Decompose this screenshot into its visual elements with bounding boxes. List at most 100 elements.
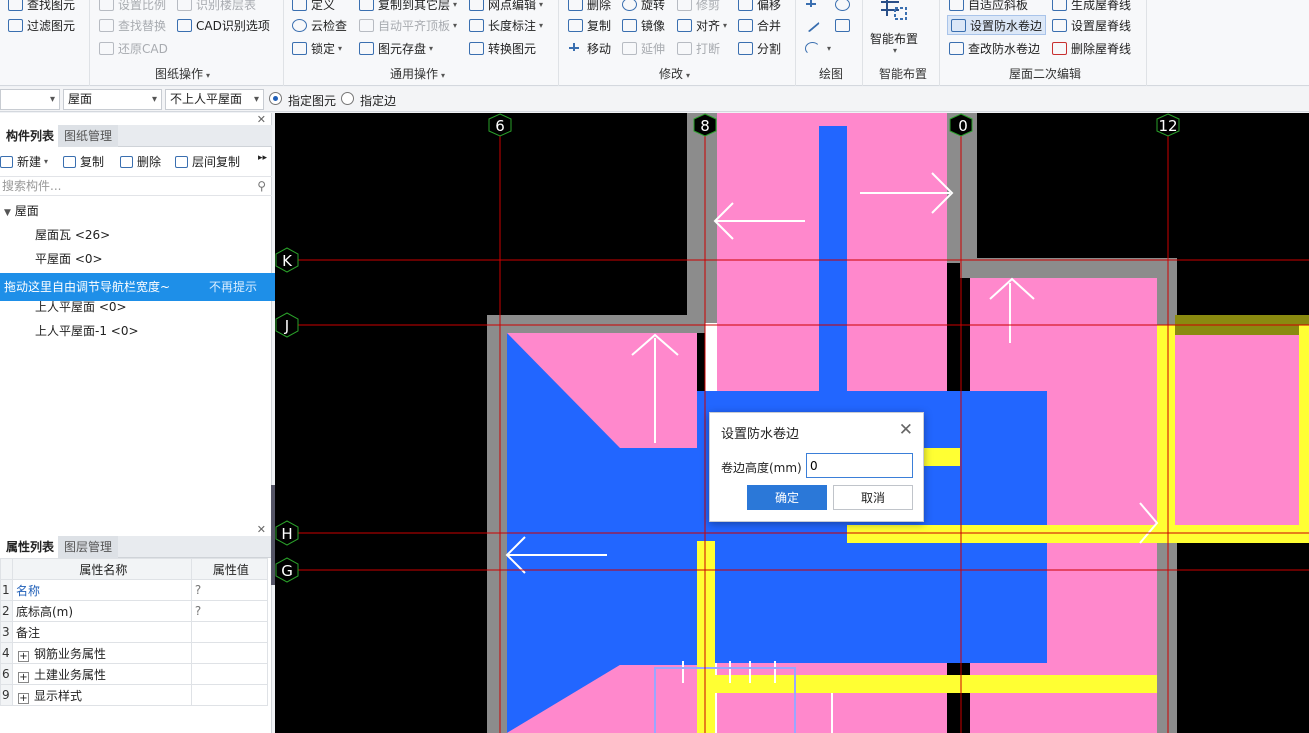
- offset-button[interactable]: 偏移: [738, 0, 781, 14]
- layer-copy-button[interactable]: 层间复制: [175, 153, 240, 170]
- tip-dismiss-link[interactable]: 不再提示: [209, 273, 257, 301]
- tab-drawing-management[interactable]: 图纸管理: [58, 125, 119, 147]
- edge-height-input[interactable]: [806, 453, 913, 478]
- grid-edit-button[interactable]: 网点编辑 ▾: [469, 0, 543, 14]
- trash-icon: [120, 155, 133, 168]
- move-button[interactable]: 移动: [568, 38, 611, 58]
- sloped-slab: [819, 126, 847, 391]
- group-label-common[interactable]: 通用操作 ▾: [390, 65, 445, 82]
- lock-button[interactable]: 锁定 ▾: [292, 38, 342, 58]
- more-icon[interactable]: ▸▸: [258, 153, 267, 163]
- auto-align-top-button[interactable]: 自动平齐顶板 ▾: [359, 15, 457, 35]
- close-icon[interactable]: ✕: [257, 523, 266, 536]
- floor-select[interactable]: [0, 89, 60, 110]
- save-icon: [359, 41, 374, 55]
- table-row[interactable]: 2 底标高(m) ?: [0, 600, 269, 622]
- lock-icon: [292, 41, 307, 55]
- filter-element-button[interactable]: 过滤图元: [8, 15, 75, 35]
- ok-button[interactable]: 确定: [747, 485, 827, 510]
- axis-label-8: 8: [700, 117, 710, 135]
- waterproof-edge: [697, 675, 1157, 693]
- wall: [487, 315, 507, 733]
- identify-floor-table-button[interactable]: 识别楼层表: [177, 0, 256, 14]
- smart-layout-dropdown-caret[interactable]: ▾: [893, 46, 897, 55]
- expand-icon[interactable]: +: [18, 671, 29, 683]
- set-ridge-icon: [1052, 18, 1067, 32]
- cloud-check-button[interactable]: 云检查: [292, 15, 347, 35]
- adaptive-slab-button[interactable]: 自适应斜板: [949, 0, 1028, 14]
- element-type-select[interactable]: 屋面: [63, 89, 162, 110]
- copy-button[interactable]: 复制: [568, 15, 611, 35]
- expand-icon[interactable]: +: [18, 650, 29, 662]
- draw-arc-button[interactable]: ▾: [805, 38, 831, 58]
- roof-slab: [1175, 335, 1309, 525]
- waterproof-edge: [1157, 325, 1175, 540]
- table-row[interactable]: 1 名称 ?: [0, 579, 269, 601]
- component-search-input[interactable]: 搜索构件... ⚲: [0, 176, 272, 196]
- tab-property-list[interactable]: 属性列表: [0, 536, 62, 558]
- close-icon[interactable]: ✕: [899, 420, 913, 440]
- expand-icon[interactable]: +: [18, 692, 29, 704]
- rotate-button[interactable]: 旋转: [622, 0, 665, 14]
- set-waterproof-edge-button[interactable]: 设置防水卷边: [947, 15, 1047, 35]
- table-row[interactable]: 4 + 钢筋业务属性: [0, 642, 269, 664]
- group-label-modify[interactable]: 修改 ▾: [659, 65, 690, 82]
- break-button[interactable]: 打断: [677, 38, 720, 58]
- new-button[interactable]: 新建 ▾: [0, 153, 48, 170]
- copy-to-layer-button[interactable]: 复制到其它层 ▾: [359, 0, 457, 14]
- copy-component-button[interactable]: 复制: [63, 153, 104, 170]
- generate-ridge-button[interactable]: 生成屋脊线: [1052, 0, 1131, 14]
- length-dimension-button[interactable]: 长度标注 ▾: [469, 15, 543, 35]
- cancel-button[interactable]: 取消: [833, 485, 913, 510]
- trim-button[interactable]: 修剪: [677, 0, 720, 14]
- extend-button[interactable]: 延伸: [622, 38, 665, 58]
- radio-specify-edge[interactable]: [341, 92, 354, 105]
- tree-item-accessible-roof-1[interactable]: 上人平屋面-1 <0>: [35, 322, 139, 339]
- table-row[interactable]: 6 + 土建业务属性: [0, 663, 269, 685]
- ribbon-group-draw: ▾ 绘图: [797, 0, 863, 86]
- delete-component-button[interactable]: 删除: [120, 153, 161, 170]
- edit-waterproof-edge-button[interactable]: 查改防水卷边: [949, 38, 1040, 58]
- tree-item-flat-roof[interactable]: 平屋面 <0>: [35, 250, 103, 267]
- find-element-button[interactable]: 查找图元: [8, 0, 75, 14]
- split-button[interactable]: 分割: [738, 38, 781, 58]
- restore-icon: [99, 41, 114, 55]
- cad-options-button[interactable]: CAD识别选项: [177, 15, 270, 35]
- align-button[interactable]: 对齐 ▾: [677, 15, 727, 35]
- line-icon: [804, 17, 820, 33]
- close-icon[interactable]: ✕: [257, 113, 266, 126]
- axis-label-6: 6: [495, 117, 505, 135]
- element-save-button[interactable]: 图元存盘 ▾: [359, 38, 433, 58]
- set-scale-button[interactable]: 设置比例: [99, 0, 166, 14]
- set-ridge-button[interactable]: 设置屋脊线: [1052, 15, 1131, 35]
- tab-layer-management[interactable]: 图层管理: [58, 536, 119, 558]
- group-label-draw: 绘图: [819, 67, 844, 81]
- split-icon: [738, 41, 753, 55]
- draw-circle-button[interactable]: [835, 0, 854, 14]
- delete-ridge-button[interactable]: 删除屋脊线: [1052, 38, 1131, 58]
- restore-cad-button[interactable]: 还原CAD: [99, 38, 168, 58]
- component-list-header: 构件列表 图纸管理: [0, 125, 272, 147]
- draw-rect-button[interactable]: [835, 15, 854, 35]
- property-table: 属性名称 属性值 1 名称 ? 2 底标高(m) ? 3 备注 4 + 钢筋业务属…: [0, 558, 269, 706]
- tree-root[interactable]: ▼ 屋面: [4, 202, 39, 219]
- table-row[interactable]: 3 备注: [0, 621, 269, 643]
- delete-button[interactable]: 删除: [568, 0, 611, 14]
- find-replace-button[interactable]: 查找替换: [99, 15, 166, 35]
- smart-layout-button[interactable]: 智能布置: [870, 28, 918, 48]
- draw-line-button[interactable]: [804, 15, 823, 35]
- draw-point-button[interactable]: [805, 0, 824, 14]
- offset-icon: [738, 0, 753, 11]
- component-select[interactable]: 不上人平屋面: [165, 89, 264, 110]
- break-icon: [677, 41, 692, 55]
- tree-item-roof-tile[interactable]: 屋面瓦 <26>: [35, 226, 110, 243]
- tab-component-list[interactable]: 构件列表: [0, 125, 62, 147]
- group-label-drawing[interactable]: 图纸操作 ▾: [155, 65, 210, 82]
- define-button[interactable]: 定义: [292, 0, 335, 14]
- convert-element-button[interactable]: 转换图元: [469, 38, 536, 58]
- table-row[interactable]: 9 + 显示样式: [0, 684, 269, 706]
- nav-width-tip[interactable]: 拖动这里自由调节导航栏宽度~ 不再提示: [0, 273, 275, 301]
- mirror-button[interactable]: 镜像: [622, 15, 665, 35]
- radio-specify-element[interactable]: [269, 92, 282, 105]
- merge-button[interactable]: 合并: [738, 15, 781, 35]
